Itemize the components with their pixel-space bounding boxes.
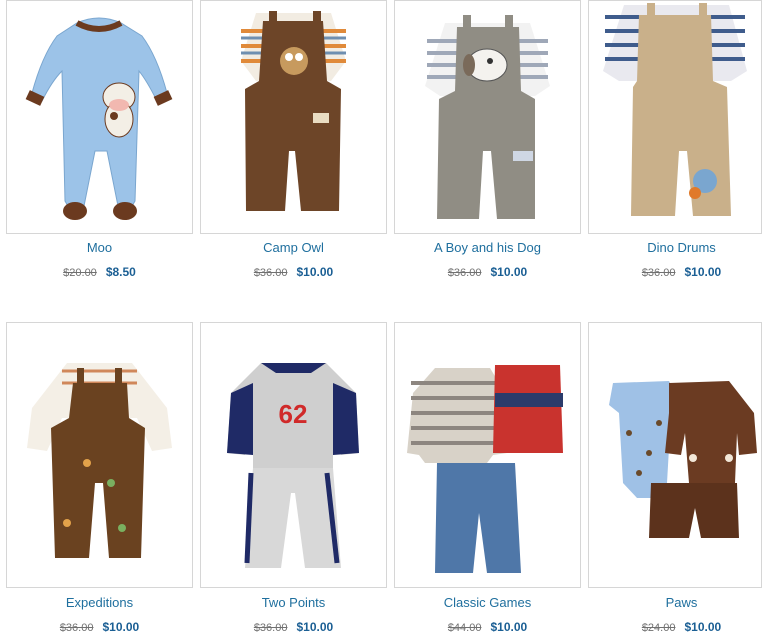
product-name[interactable]: Camp Owl [200,240,387,255]
product-image-boy-and-dog[interactable] [394,0,581,234]
product-name[interactable]: Classic Games [394,595,581,610]
original-price: $36.00 [447,267,482,279]
product-name[interactable]: Moo [6,240,193,255]
sale-price: $8.50 [105,265,136,279]
product-name[interactable]: Dino Drums [588,240,762,255]
sale-price: $10.00 [490,620,528,634]
product-image-dino-drums[interactable] [588,0,762,234]
product-prices: $24.00 $10.00 [588,620,762,634]
original-price: $44.00 [447,622,482,634]
product-prices: $36.00 $10.00 [200,265,387,279]
product-image-two-points[interactable]: 62 [200,322,387,588]
jacket-number: 62 [279,399,308,429]
sale-price: $10.00 [490,265,528,279]
product-name[interactable]: A Boy and his Dog [394,240,581,255]
product-name[interactable]: Two Points [200,595,387,610]
sale-price: $10.00 [102,620,140,634]
sale-price: $10.00 [296,265,334,279]
product-prices: $36.00 $10.00 [6,620,193,634]
original-price: $24.00 [641,622,676,634]
product-prices: $36.00 $10.00 [588,265,762,279]
product-prices: $36.00 $10.00 [200,620,387,634]
sale-price: $10.00 [684,265,722,279]
product-prices: $36.00 $10.00 [394,265,581,279]
original-price: $36.00 [253,622,288,634]
product-prices: $20.00 $8.50 [6,265,193,279]
original-price: $20.00 [63,267,97,279]
product-image-camp-owl[interactable] [200,0,387,234]
product-image-paws[interactable] [588,322,762,588]
product-name[interactable]: Expeditions [6,595,193,610]
original-price: $36.00 [641,267,676,279]
product-image-classic-games[interactable] [394,322,581,588]
product-image-moo[interactable] [6,0,193,234]
product-name[interactable]: Paws [588,595,762,610]
product-image-expeditions[interactable] [6,322,193,588]
original-price: $36.00 [59,622,94,634]
sale-price: $10.00 [296,620,334,634]
product-prices: $44.00 $10.00 [394,620,581,634]
sale-price: $10.00 [684,620,722,634]
product-grid: Moo $20.00 $8.50 Camp Owl $36.00 $10.00 [0,0,762,637]
original-price: $36.00 [253,267,288,279]
